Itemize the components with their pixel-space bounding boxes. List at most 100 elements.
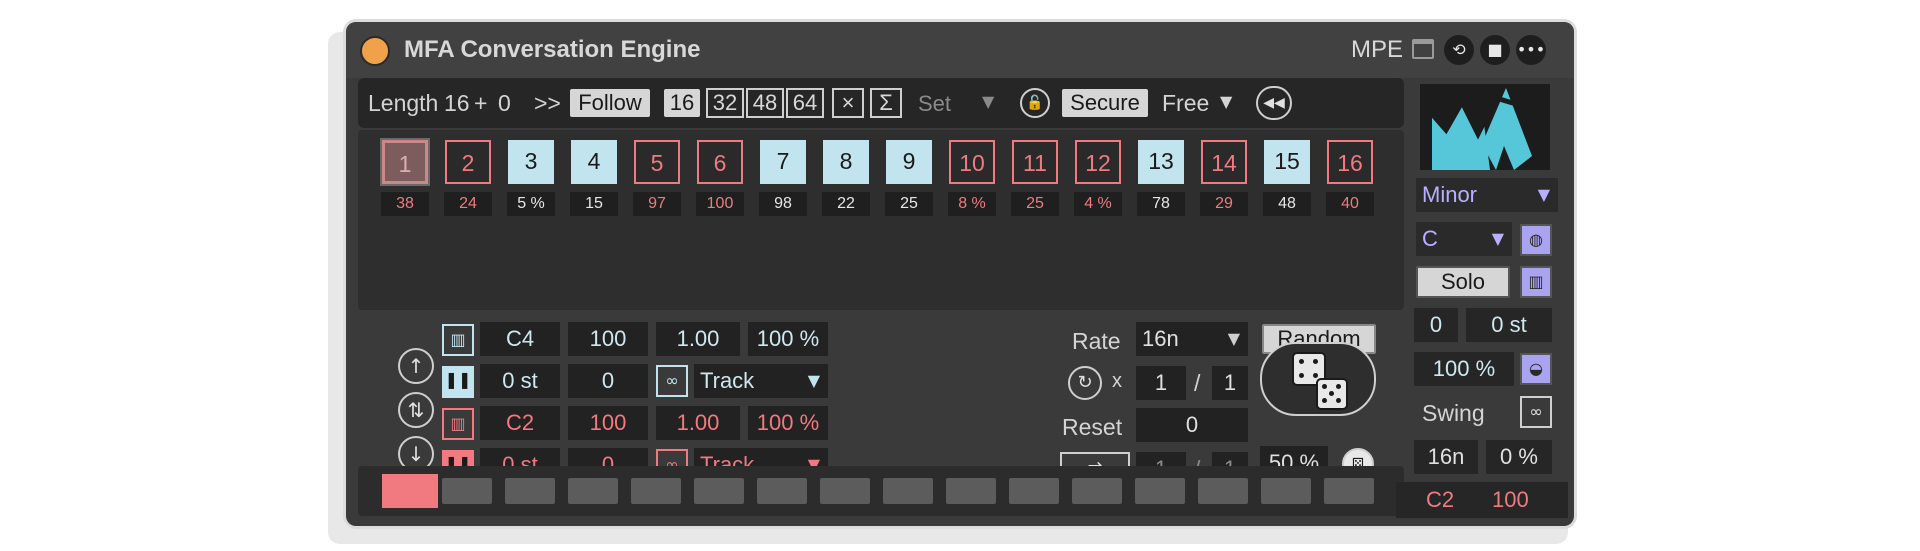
multiplier-denominator[interactable]: 1	[1212, 366, 1248, 400]
voice-a-offset[interactable]: 0	[568, 364, 648, 398]
lock-icon[interactable]: 🔓	[1020, 88, 1050, 118]
globe-icon[interactable]: ◍	[1520, 224, 1552, 256]
step-value[interactable]: 22	[822, 192, 870, 216]
step-button[interactable]: 11	[1012, 140, 1058, 184]
device-toggle-button[interactable]	[360, 36, 390, 66]
length-preset-16[interactable]: 16	[664, 89, 700, 117]
step-button[interactable]: 16	[1327, 140, 1373, 184]
step-button[interactable]: 6	[697, 140, 743, 184]
step-value[interactable]: 97	[633, 192, 681, 216]
step-value[interactable]: 4 %	[1074, 192, 1122, 216]
step-position-cell[interactable]	[883, 478, 933, 504]
step-value[interactable]: 100	[696, 192, 744, 216]
voice-b-note[interactable]: C2	[480, 406, 560, 440]
advance-button[interactable]: >>	[534, 90, 561, 117]
sum-button[interactable]: Σ	[870, 88, 902, 118]
clear-button[interactable]: ×	[832, 88, 864, 118]
step-position-cell[interactable]	[631, 478, 681, 504]
step-position-cell[interactable]	[1072, 478, 1122, 504]
sync-icon[interactable]: ⟲	[1444, 35, 1474, 65]
more-icon[interactable]: •••	[1516, 35, 1546, 65]
length-preset-32[interactable]: 32	[706, 88, 744, 118]
randomize-dice-button[interactable]	[1260, 342, 1376, 416]
voice-a-velocity[interactable]: 100	[568, 322, 648, 356]
reset-value[interactable]: 0	[1136, 408, 1248, 442]
step-value[interactable]: 29	[1200, 192, 1248, 216]
step-position-cell[interactable]	[442, 478, 492, 504]
infinity-icon[interactable]: ∞	[656, 365, 688, 397]
swing-rate[interactable]: 16n	[1414, 440, 1478, 474]
step-position-cell[interactable]	[505, 478, 555, 504]
octave-value[interactable]: 0	[1414, 308, 1458, 342]
solo-button[interactable]: Solo	[1416, 266, 1510, 298]
set-dropdown[interactable]: Set	[918, 91, 951, 117]
step-value[interactable]: 5 %	[507, 192, 555, 216]
arrow-updown-icon[interactable]: ⇅	[398, 392, 434, 428]
step-position-cell[interactable]	[757, 478, 807, 504]
step-button[interactable]: 4	[571, 140, 617, 184]
step-value[interactable]: 15	[570, 192, 618, 216]
voice-a-length[interactable]: 1.00	[656, 322, 740, 356]
step-value[interactable]: 8 %	[948, 192, 996, 216]
step-position-cell[interactable]	[382, 474, 438, 508]
multiplier-numerator[interactable]: 1	[1136, 366, 1186, 400]
length-preset-48[interactable]: 48	[746, 88, 784, 118]
root-dropdown[interactable]: C ▼	[1416, 222, 1512, 256]
voice-a-mode-dropdown[interactable]: Track ▼	[694, 364, 828, 398]
step-button[interactable]: 3	[508, 140, 554, 184]
rewind-icon[interactable]: ◀◀	[1256, 86, 1292, 120]
step-position-cell[interactable]	[694, 478, 744, 504]
step-position-cell[interactable]	[1261, 478, 1311, 504]
voice-a-probability[interactable]: 100 %	[748, 322, 828, 356]
keyboard-icon[interactable]: ▥	[1520, 266, 1552, 298]
step-position-cell[interactable]	[1198, 478, 1248, 504]
step-position-cell[interactable]	[1324, 478, 1374, 504]
pause-icon[interactable]: ❚❚	[442, 366, 474, 398]
rate-dropdown[interactable]: 16n ▼	[1136, 322, 1248, 356]
step-button[interactable]: 14	[1201, 140, 1247, 184]
step-position-cell[interactable]	[820, 478, 870, 504]
step-value[interactable]: 98	[759, 192, 807, 216]
piano-icon[interactable]: ▥	[442, 408, 474, 440]
voice-b-probability[interactable]: 100 %	[748, 406, 828, 440]
offset-value[interactable]: 0	[498, 90, 511, 117]
step-button[interactable]: 10	[949, 140, 995, 184]
step-button[interactable]: 8	[823, 140, 869, 184]
free-dropdown-arrow-icon[interactable]: ▼	[1220, 92, 1232, 111]
step-value[interactable]: 48	[1263, 192, 1311, 216]
scale-transpose[interactable]: 0 st	[1466, 308, 1552, 342]
piano-icon[interactable]: ▥	[442, 324, 474, 356]
save-icon[interactable]: ■	[1480, 35, 1510, 65]
swing-amount[interactable]: 0 %	[1486, 440, 1552, 474]
step-value[interactable]: 25	[1011, 192, 1059, 216]
set-dropdown-arrow-icon[interactable]: ▼	[982, 92, 994, 111]
amount-value[interactable]: 100 %	[1414, 352, 1514, 386]
step-position-cell[interactable]	[1009, 478, 1059, 504]
step-value[interactable]: 38	[381, 192, 429, 216]
secure-button[interactable]: Secure	[1062, 89, 1148, 117]
voice-b-length[interactable]: 1.00	[656, 406, 740, 440]
scale-dropdown[interactable]: Minor ▼	[1416, 178, 1558, 212]
length-value[interactable]: 16	[444, 90, 470, 117]
step-button[interactable]: 12	[1075, 140, 1121, 184]
step-button[interactable]: 15	[1264, 140, 1310, 184]
arrow-up-icon[interactable]: ↑	[398, 348, 434, 384]
voice-a-note[interactable]: C4	[480, 322, 560, 356]
loop-icon[interactable]: ↻	[1068, 366, 1102, 400]
step-value[interactable]: 40	[1326, 192, 1374, 216]
step-position-cell[interactable]	[1135, 478, 1185, 504]
voice-a-transpose[interactable]: 0 st	[480, 364, 560, 398]
voice-b-velocity[interactable]: 100	[568, 406, 648, 440]
step-button[interactable]: 1	[382, 140, 428, 184]
follow-button[interactable]: Follow	[570, 89, 650, 117]
step-button[interactable]: 7	[760, 140, 806, 184]
step-position-cell[interactable]	[568, 478, 618, 504]
step-button[interactable]: 2	[445, 140, 491, 184]
step-position-cell[interactable]	[946, 478, 996, 504]
drum-icon[interactable]: ◒	[1520, 353, 1552, 385]
calendar-icon[interactable]	[1412, 39, 1434, 59]
step-value[interactable]: 78	[1137, 192, 1185, 216]
infinity-icon[interactable]: ∞	[1520, 396, 1552, 428]
step-button[interactable]: 13	[1138, 140, 1184, 184]
step-value[interactable]: 25	[885, 192, 933, 216]
